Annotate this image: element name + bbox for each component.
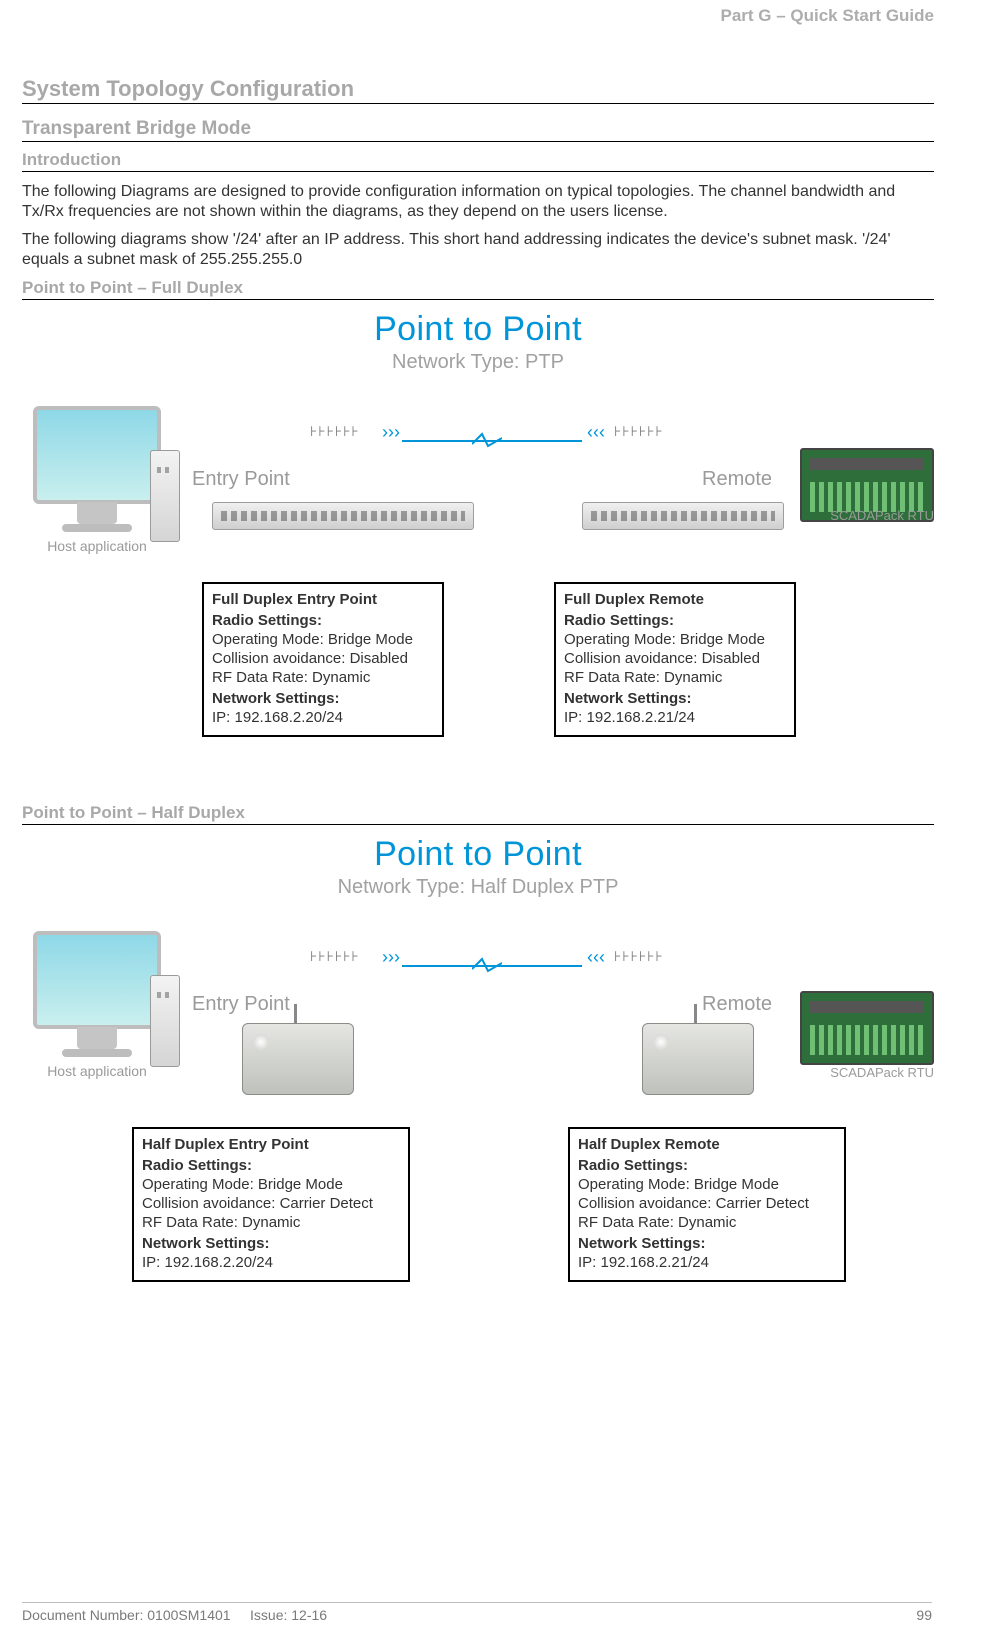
heading-h1: System Topology Configuration	[22, 76, 934, 104]
box-line: IP: 192.168.2.20/24	[142, 1253, 398, 1272]
host-box-icon	[150, 975, 180, 1067]
box-line: Collision avoidance: Carrier Detect	[142, 1194, 398, 1213]
box-title: Half Duplex Remote	[578, 1135, 834, 1154]
scadapack-icon	[800, 991, 934, 1065]
remote-label: Remote	[702, 993, 772, 1016]
box-line: RF Data Rate: Dynamic	[564, 668, 784, 687]
box-subhead: Radio Settings:	[578, 1156, 834, 1175]
diagram-half-duplex: Point to Point Network Type: Half Duplex…	[22, 835, 934, 1282]
footer-doc: Document Number: 0100SM1401	[22, 1607, 231, 1623]
settings-full-entry: Full Duplex Entry Point Radio Settings: …	[202, 582, 444, 737]
antenna-icon: ⊦⊦⊦⊦⊦⊦	[310, 949, 380, 975]
host-box-icon	[150, 450, 180, 542]
antenna-icon: ⊦⊦⊦⊦⊦⊦	[310, 424, 380, 450]
box-line: Operating Mode: Bridge Mode	[142, 1175, 398, 1194]
heading-h3: Introduction	[22, 150, 934, 172]
heading-ptp-full: Point to Point – Full Duplex	[22, 278, 934, 300]
diag-full-subtitle: Network Type: PTP	[22, 351, 934, 374]
box-line: RF Data Rate: Dynamic	[212, 668, 432, 687]
settings-half-entry: Half Duplex Entry Point Radio Settings: …	[132, 1127, 410, 1282]
rf-zigzag-icon	[472, 432, 502, 450]
remote-rack-icon	[582, 502, 784, 530]
entry-point-label: Entry Point	[192, 993, 290, 1016]
box-line: RF Data Rate: Dynamic	[142, 1213, 398, 1232]
rf-wave-icon: ‹‹‹	[587, 947, 605, 968]
box-subhead: Radio Settings:	[564, 611, 784, 630]
box-line: Operating Mode: Bridge Mode	[212, 630, 432, 649]
entry-rack-icon	[212, 502, 474, 530]
box-subhead: Network Settings:	[142, 1234, 398, 1253]
box-line: IP: 192.168.2.21/24	[578, 1253, 834, 1272]
box-line: RF Data Rate: Dynamic	[578, 1213, 834, 1232]
box-title: Full Duplex Entry Point	[212, 590, 432, 609]
box-line: Operating Mode: Bridge Mode	[578, 1175, 834, 1194]
box-line: IP: 192.168.2.20/24	[212, 708, 432, 727]
settings-full-remote: Full Duplex Remote Radio Settings: Opera…	[554, 582, 796, 737]
rf-zigzag-icon	[472, 957, 502, 975]
page-footer: Document Number: 0100SM1401 Issue: 12-16…	[22, 1602, 932, 1623]
heading-h2: Transparent Bridge Mode	[22, 118, 934, 142]
remote-label: Remote	[702, 468, 772, 491]
box-subhead: Radio Settings:	[212, 611, 432, 630]
box-line: Collision avoidance: Disabled	[212, 649, 432, 668]
box-subhead: Network Settings:	[578, 1234, 834, 1253]
remote-radio-icon	[642, 1023, 754, 1095]
box-subhead: Radio Settings:	[142, 1156, 398, 1175]
box-line: Collision avoidance: Disabled	[564, 649, 784, 668]
box-subhead: Network Settings:	[212, 689, 432, 708]
box-line: IP: 192.168.2.21/24	[564, 708, 784, 727]
settings-half-remote: Half Duplex Remote Radio Settings: Opera…	[568, 1127, 846, 1282]
box-line: Operating Mode: Bridge Mode	[564, 630, 784, 649]
header-part: Part G – Quick Start Guide	[720, 6, 934, 26]
diagram-full-duplex: Point to Point Network Type: PTP Host ap…	[22, 310, 934, 737]
antenna-icon: ⊦⊦⊦⊦⊦⊦	[614, 949, 684, 975]
rf-wave-icon: ‹‹‹	[587, 422, 605, 443]
intro-p2: The following diagrams show '/24' after …	[22, 230, 934, 270]
footer-issue: Issue: 12-16	[250, 1607, 327, 1623]
entry-radio-icon	[242, 1023, 354, 1095]
rf-wave-icon: ›››	[382, 947, 400, 968]
box-subhead: Network Settings:	[564, 689, 784, 708]
scadapack-label: SCADAPack RTU	[830, 1065, 934, 1080]
diag-full-title: Point to Point	[22, 310, 934, 349]
intro-p1: The following Diagrams are designed to p…	[22, 182, 934, 222]
box-line: Collision avoidance: Carrier Detect	[578, 1194, 834, 1213]
rf-wave-icon: ›››	[382, 422, 400, 443]
diag-half-title: Point to Point	[22, 835, 934, 874]
antenna-icon: ⊦⊦⊦⊦⊦⊦	[614, 424, 684, 450]
box-title: Half Duplex Entry Point	[142, 1135, 398, 1154]
scadapack-label: SCADAPack RTU	[830, 508, 934, 523]
box-title: Full Duplex Remote	[564, 590, 784, 609]
footer-page: 99	[916, 1607, 932, 1623]
diag-half-subtitle: Network Type: Half Duplex PTP	[22, 876, 934, 899]
entry-point-label: Entry Point	[192, 468, 290, 491]
heading-ptp-half: Point to Point – Half Duplex	[22, 803, 934, 825]
